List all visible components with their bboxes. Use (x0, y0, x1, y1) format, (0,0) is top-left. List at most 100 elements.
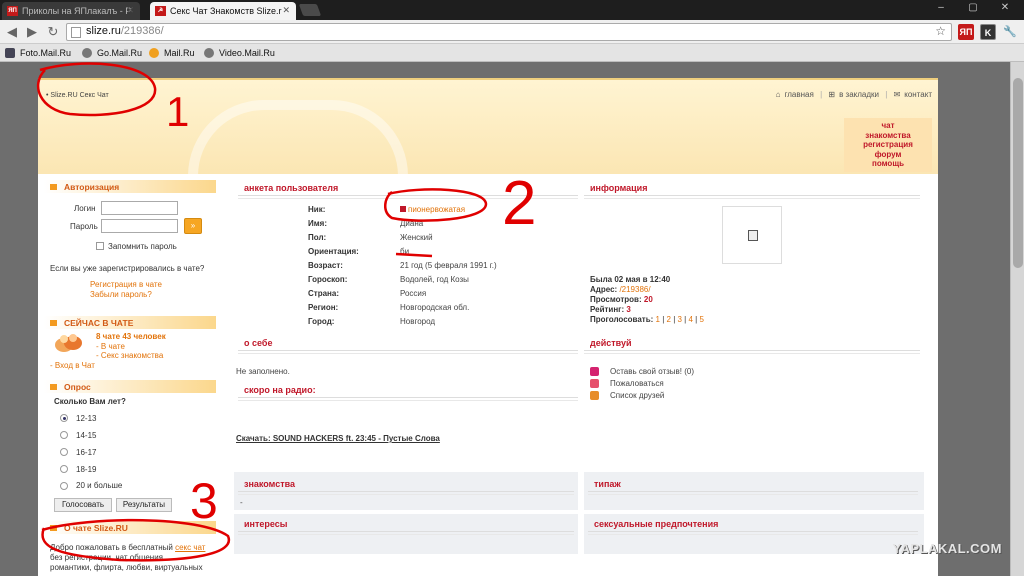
add-bookmark-link[interactable]: в закладки (839, 90, 879, 99)
tab-slize[interactable]: ☭ Секс Чат Знакомств Slize.r ✕ (150, 2, 296, 20)
orientation-value: би (400, 247, 410, 256)
yaplakal-extension-icon[interactable]: ЯП (958, 24, 974, 40)
sex-chat-link[interactable]: секс чат (175, 543, 205, 552)
promo-register[interactable]: регистрация (846, 140, 930, 150)
poll-radio-1[interactable] (60, 414, 68, 422)
friends-icon (590, 391, 599, 400)
forgot-password-link[interactable]: Забыли пароль? (90, 290, 152, 299)
k-extension-icon[interactable]: K (980, 24, 996, 40)
tab-bar: ЯП Приколы на ЯПлакалъ - Р ✕ ☭ Секс Чат … (0, 0, 1024, 20)
in-chat-link[interactable]: - В чате (96, 342, 125, 351)
user-icon (400, 206, 406, 212)
poll-radio-4[interactable] (60, 465, 68, 473)
name-value: Диана (400, 219, 424, 228)
views-label: Просмотров: (590, 295, 642, 304)
address-bar[interactable]: slize.ru/219386/ ☆ (66, 23, 952, 41)
password-input[interactable] (101, 219, 178, 233)
close-tab-icon[interactable]: ✕ (126, 5, 134, 16)
nick-value[interactable]: пионервожатая (400, 205, 465, 214)
poll-header: Опрос (44, 380, 216, 393)
now-title: СЕЙЧАС В ЧАТЕ (64, 318, 134, 328)
prefs-header: сексуальные предпочтения (588, 519, 918, 535)
city-label: Город: (308, 317, 335, 326)
back-icon[interactable]: ◀ (4, 24, 20, 40)
vote-label: Проголосовать: (590, 315, 654, 324)
reload-icon[interactable]: ↻ (45, 24, 61, 40)
promo-chat[interactable]: чат (846, 121, 930, 131)
vote-5[interactable]: 5 (699, 315, 703, 324)
bookmark-label: Mail.Ru (164, 48, 195, 58)
review-link[interactable]: Оставь свой отзыв! (0) (610, 367, 694, 376)
bookmark-mail[interactable]: Mail.Ru (149, 46, 195, 60)
maximize-icon[interactable]: ▢ (962, 0, 984, 16)
poll-radio-2[interactable] (60, 431, 68, 439)
broken-image-icon (748, 230, 758, 241)
nick-label: Ник: (308, 205, 326, 214)
results-button[interactable]: Результаты (116, 498, 172, 512)
bookmark-foto[interactable]: Foto.Mail.Ru (5, 46, 71, 60)
breadcrumb[interactable]: • Slize.RU Секс Чат (46, 92, 109, 99)
profile-content: анкета пользователя информация Ник: пион… (230, 178, 930, 576)
url-path: /219386/ (120, 25, 164, 37)
poll-radio-3[interactable] (60, 448, 68, 456)
globe-icon (204, 48, 214, 58)
vote-4[interactable]: 4 (688, 315, 692, 324)
bookmark-label: Foto.Mail.Ru (20, 48, 72, 58)
promo-dating[interactable]: знакомства (846, 131, 930, 141)
about-title: О чате Slize.RU (64, 523, 128, 533)
vote-3[interactable]: 3 (678, 315, 682, 324)
forward-icon[interactable]: ▶ (24, 24, 40, 40)
bookmark-star-icon[interactable]: ☆ (935, 24, 946, 38)
vote-2[interactable]: 2 (667, 315, 671, 324)
complain-link[interactable]: Пожаловаться (610, 379, 664, 388)
close-tab-icon[interactable]: ✕ (282, 5, 290, 16)
bullet-icon (50, 184, 57, 190)
remember-label: Запомнить пароль (108, 242, 177, 251)
info-stats: Была 02 мая в 12:40 Адрес: /219386/ Прос… (590, 275, 704, 325)
yaplakal-favicon-icon: ЯП (7, 6, 18, 16)
bookmark-video[interactable]: Video.Mail.Ru (204, 46, 275, 60)
rating-label: Рейтинг: (590, 305, 625, 314)
bullet-icon (50, 384, 57, 390)
poll-option-4: 18-19 (76, 465, 97, 474)
promo-help[interactable]: помощь (846, 159, 930, 169)
address-link[interactable]: /219386/ (619, 285, 650, 294)
bookmark-add-icon: ⊞ (828, 90, 836, 99)
gender-value: Женский (400, 233, 433, 242)
interests-header: интересы (238, 519, 574, 535)
views: Просмотров: 20 (590, 295, 704, 305)
friends-link[interactable]: Список друзей (610, 391, 664, 400)
sex-dating-link[interactable]: - Секс знакомства (96, 351, 163, 360)
close-window-icon[interactable]: ✕ (994, 0, 1016, 16)
last-seen: Была 02 мая в 12:40 (590, 275, 704, 285)
register-link[interactable]: Регистрация в чате (90, 280, 162, 289)
radio-track-link[interactable]: Скачать: SOUND HACKERS ft. 23:45 - Пусты… (236, 434, 440, 443)
contact-link[interactable]: контакт (904, 90, 932, 99)
camera-icon (5, 48, 15, 58)
login-input[interactable] (101, 201, 178, 215)
vote-1[interactable]: 1 (656, 315, 660, 324)
remember-checkbox[interactable] (96, 242, 104, 250)
wrench-menu-icon[interactable]: 🔧 (1002, 24, 1018, 40)
promo-forum[interactable]: форум (846, 150, 930, 160)
new-tab-button[interactable] (298, 4, 322, 16)
tab-yaplakal[interactable]: ЯП Приколы на ЯПлакалъ - Р ✕ (2, 2, 140, 20)
horoscope-label: Гороскоп: (308, 275, 348, 284)
sidebar: Авторизация Логин Пароль » Запомнить пар… (44, 178, 216, 576)
site-header: • Slize.RU Секс Чат ⌂ главная | ⊞ в заклад… (38, 78, 938, 176)
user-photo[interactable] (722, 206, 782, 264)
vote-button[interactable]: Голосовать (54, 498, 112, 512)
poll-radio-5[interactable] (60, 482, 68, 490)
bookmark-go[interactable]: Go.Mail.Ru (82, 46, 142, 60)
tab-title: Приколы на ЯПлакалъ - Р (22, 6, 132, 16)
home-link[interactable]: главная (785, 90, 814, 99)
radio-header: скоро на радио: (238, 385, 578, 401)
minimize-icon[interactable]: – (930, 0, 952, 16)
login-go-button[interactable]: » (184, 218, 202, 234)
scrollbar-thumb[interactable] (1013, 78, 1023, 268)
enter-chat-link[interactable]: - Вход в Чат (50, 361, 95, 370)
online-count: 8 чате 43 человек (96, 332, 166, 341)
slize-favicon-icon: ☭ (155, 6, 166, 16)
page-scrollbar[interactable] (1010, 62, 1024, 576)
poll-option-5: 20 и больше (76, 481, 123, 490)
